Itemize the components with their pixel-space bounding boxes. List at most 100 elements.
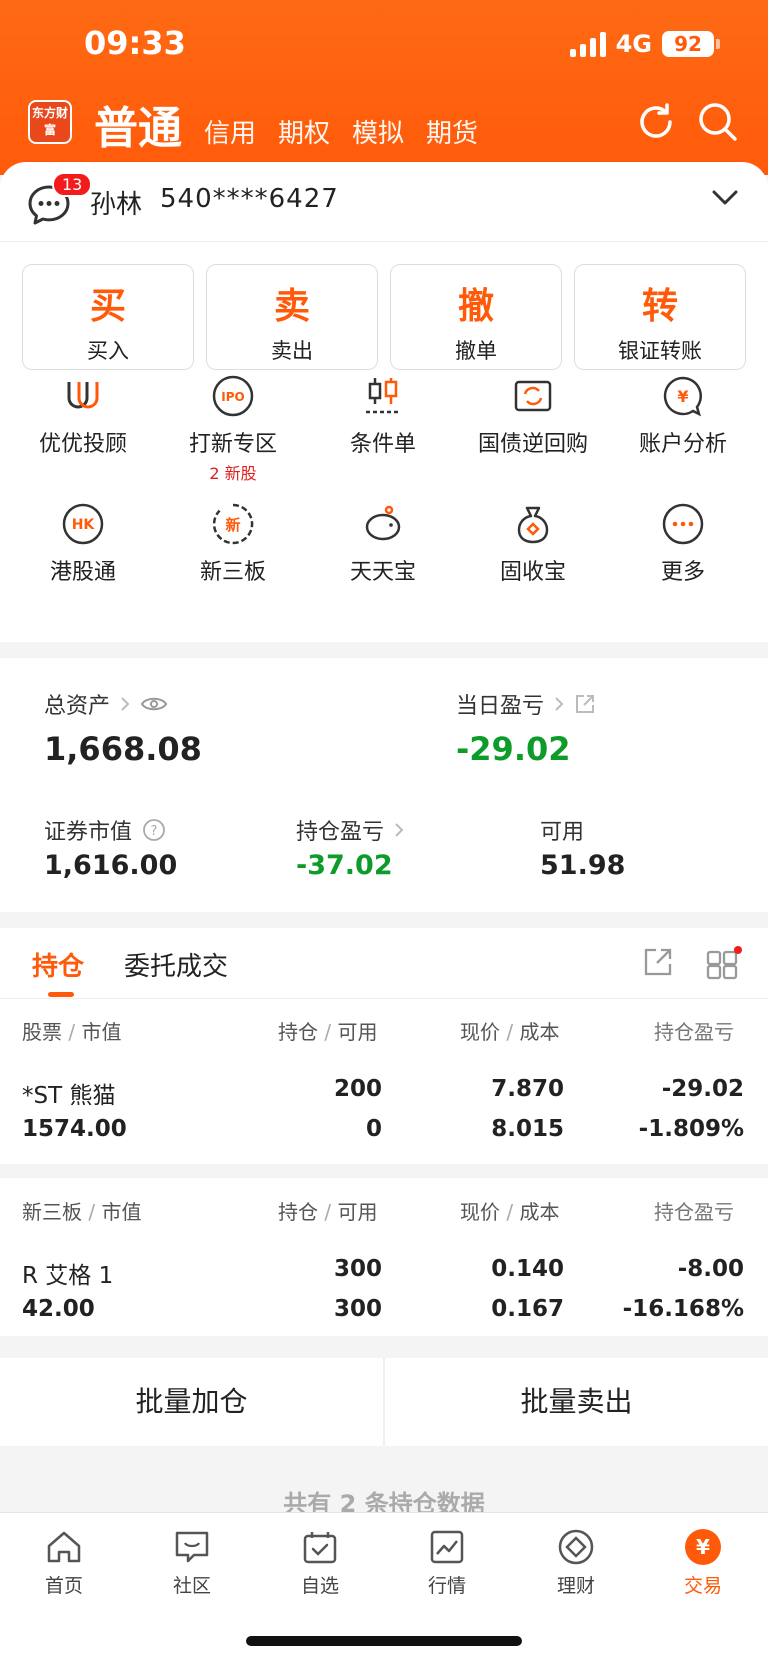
sell-button[interactable]: 卖 卖出 — [206, 264, 378, 370]
network-type: 4G — [615, 30, 652, 58]
tab-normal[interactable]: 普通 — [94, 92, 182, 156]
nav-community[interactable]: 社区 — [142, 1527, 242, 1598]
trade-icon: ¥ — [685, 1529, 721, 1565]
position-pl-label-row[interactable]: 持仓盈亏 — [296, 814, 404, 846]
nav-home[interactable]: 首页 — [14, 1527, 114, 1598]
grid-label: 港股通 — [49, 560, 116, 585]
tab-orders[interactable]: 委托成交 — [124, 946, 228, 983]
total-assets-label: 总资产 — [44, 694, 111, 719]
grid-label: 账户分析 — [638, 432, 727, 457]
grid-item-hk[interactable]: HK 港股通 — [8, 502, 158, 586]
header-available: 可用 — [337, 1200, 378, 1224]
tab-holdings[interactable]: 持仓 — [32, 946, 84, 983]
col-header-pl: 持仓盈亏 — [654, 1200, 734, 1224]
available-label: 可用 — [540, 820, 585, 845]
chevron-down-icon[interactable] — [712, 190, 738, 206]
daily-pl-label: 当日盈亏 — [456, 694, 545, 719]
tab-simulation[interactable]: 模拟 — [352, 113, 404, 156]
share-icon[interactable] — [574, 693, 596, 715]
grid-item-piggy[interactable]: 天天宝 — [308, 502, 458, 586]
transfer-glyph: 转 — [641, 286, 678, 327]
header-neeq: 新三板 — [22, 1200, 82, 1224]
account-bar[interactable]: 13 孙林 540****6427 — [0, 162, 768, 242]
col-header-stock: 股票 / 市值 — [22, 1020, 122, 1044]
new-ipo-count: 2 新股 — [209, 464, 257, 483]
header-market-value: 市值 — [101, 1200, 142, 1224]
grid-item-account-analysis[interactable]: ¥ 账户分析 — [608, 374, 758, 458]
stock-cost: 8.015 — [491, 1116, 564, 1142]
search-icon[interactable] — [696, 100, 740, 144]
grid-label: 固收宝 — [499, 560, 566, 585]
daily-pl-label-row[interactable]: 当日盈亏 — [456, 688, 596, 720]
col-header-pl: 持仓盈亏 — [654, 1020, 734, 1044]
market-value-label: 证券市值 — [44, 820, 133, 845]
grid-item-bond-repo[interactable]: 国债逆回购 — [458, 374, 608, 458]
svg-text:¥: ¥ — [696, 1535, 710, 1559]
stock-available: 0 — [365, 1116, 382, 1142]
grid-label: 新三板 — [199, 560, 266, 585]
nav-trade[interactable]: ¥ 交易 — [653, 1527, 753, 1598]
col-header-neeq: 新三板 / 市值 — [22, 1200, 142, 1224]
grid-item-ipo[interactable]: IPO 打新专区 2 新股 — [158, 374, 308, 484]
nav-label: 交易 — [683, 1575, 722, 1597]
grid-item-more[interactable]: 更多 — [608, 502, 758, 586]
svg-text:HK: HK — [72, 517, 96, 533]
chevron-right-icon — [121, 697, 130, 711]
cancel-order-button[interactable]: 撤 撤单 — [390, 264, 562, 370]
total-assets-label-row[interactable]: 总资产 — [44, 688, 168, 720]
watchlist-icon — [303, 1532, 337, 1564]
available-value: 51.98 — [540, 850, 626, 881]
eye-icon[interactable] — [140, 695, 168, 713]
quick-actions-panel: 买 买入 卖 卖出 撤 撤单 转 银证转账 优优投顾 IPO 打新专区 2 新股 — [0, 242, 768, 642]
grid-item-fixed-income[interactable]: 固收宝 — [458, 502, 608, 586]
nav-watchlist[interactable]: 自选 — [270, 1527, 370, 1598]
market-value-label-row: 证券市值 ? — [44, 814, 166, 846]
batch-add-button[interactable]: 批量加仓 — [0, 1358, 383, 1446]
grid-label: 更多 — [660, 560, 705, 585]
home-indicator[interactable] — [246, 1636, 522, 1646]
batch-sell-button[interactable]: 批量卖出 — [385, 1358, 768, 1446]
cancel-label: 撤单 — [455, 339, 497, 363]
holdings-panel: 持仓 委托成交 股票 / 市值 持仓 / 可用 现价 / 成本 持仓盈亏 *ST… — [0, 928, 768, 1336]
layout-grid-icon[interactable] — [706, 946, 742, 980]
position-pl-value: -37.02 — [296, 850, 393, 881]
nav-wealth[interactable]: 理财 — [526, 1527, 626, 1598]
community-icon — [175, 1531, 209, 1563]
stock-pl-pct: -1.809% — [638, 1116, 744, 1142]
stock-market-value: 1574.00 — [22, 1116, 127, 1142]
grid-label: 优优投顾 — [38, 432, 127, 457]
total-assets-value: 1,668.08 — [44, 730, 202, 768]
battery-icon: 92 — [662, 31, 720, 57]
grid-label: 条件单 — [349, 432, 416, 457]
tab-options[interactable]: 期权 — [278, 113, 330, 156]
export-icon[interactable] — [642, 946, 674, 978]
active-tab-indicator — [48, 992, 74, 997]
header: 09:33 4G 92 东方财富 普通 信用 期权 模拟 期货 — [0, 0, 768, 175]
tab-futures[interactable]: 期货 — [426, 113, 478, 156]
nav-market[interactable]: 行情 — [397, 1527, 497, 1598]
buy-label: 买入 — [87, 339, 129, 363]
section-divider — [0, 1164, 768, 1178]
sell-glyph: 卖 — [273, 286, 310, 327]
bank-transfer-button[interactable]: 转 银证转账 — [574, 264, 746, 370]
refresh-icon[interactable] — [634, 100, 678, 144]
stock-position: 200 — [333, 1076, 382, 1102]
sell-label: 卖出 — [271, 339, 313, 363]
header-position: 持仓 — [278, 1020, 318, 1044]
tab-credit[interactable]: 信用 — [204, 113, 256, 156]
buy-button[interactable]: 买 买入 — [22, 264, 194, 370]
status-time: 09:33 — [84, 24, 186, 62]
home-icon — [47, 1531, 81, 1563]
grid-item-advisor[interactable]: 优优投顾 — [8, 374, 158, 458]
status-indicators: 4G 92 — [569, 30, 720, 58]
help-icon[interactable]: ? — [142, 818, 166, 842]
svg-text:IPO: IPO — [221, 390, 244, 404]
nav-label: 理财 — [556, 1575, 595, 1597]
nav-label: 社区 — [172, 1575, 211, 1597]
grid-item-neeq[interactable]: 新 新三板 — [158, 502, 308, 586]
grid-item-conditional[interactable]: 条件单 — [308, 374, 458, 458]
stock-pl: -29.02 — [661, 1076, 744, 1102]
piggy-bank-icon — [365, 505, 401, 541]
more-icon — [662, 503, 704, 545]
stock-price: 0.140 — [491, 1256, 564, 1282]
